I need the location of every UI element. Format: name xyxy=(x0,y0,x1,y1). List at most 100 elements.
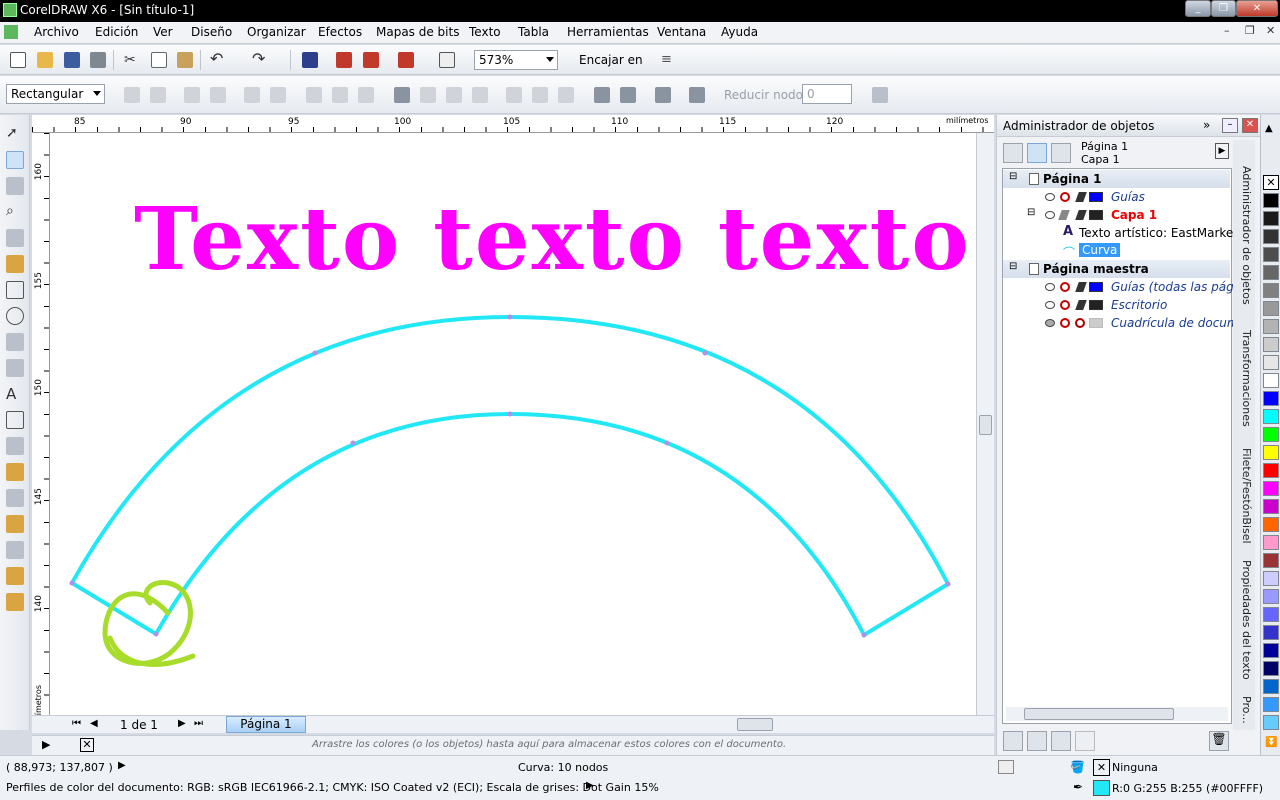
more-options-icon[interactable] xyxy=(872,87,888,103)
palette-swatch[interactable] xyxy=(1263,481,1279,496)
menu-edicion[interactable]: Edición xyxy=(95,25,138,39)
restore-button[interactable]: ❐ xyxy=(1211,0,1236,17)
to-line-icon[interactable] xyxy=(244,87,260,103)
collapse-icon[interactable]: ⊟ xyxy=(1009,261,1017,272)
palette-swatch[interactable] xyxy=(1263,229,1279,244)
tree-scroll-thumb[interactable] xyxy=(1024,708,1174,720)
page-tab[interactable]: Página 1 xyxy=(226,716,306,733)
collapse-icon[interactable]: ⊟ xyxy=(1009,171,1017,182)
print-off-icon[interactable] xyxy=(1060,282,1070,292)
palette-scroll-up-icon[interactable]: ▲ xyxy=(1265,123,1273,134)
print-off-icon[interactable] xyxy=(1060,192,1070,202)
basic-shapes-tool-icon[interactable] xyxy=(6,359,24,377)
curve-smoothness-field[interactable]: 0 xyxy=(802,84,852,104)
new-master-layer-all-icon[interactable] xyxy=(1051,731,1071,751)
print-off-icon[interactable] xyxy=(1060,318,1070,328)
visibility-off-icon[interactable] xyxy=(1045,319,1055,327)
open-icon[interactable] xyxy=(37,52,53,68)
pick-tool-icon[interactable]: ➚ xyxy=(6,125,24,143)
tab-more[interactable]: Pro... xyxy=(1235,696,1253,724)
vertical-ruler[interactable]: 160 155 150 145 140 milímetros xyxy=(32,133,50,728)
palette-swatch[interactable] xyxy=(1263,535,1279,550)
lock-icon[interactable] xyxy=(1075,318,1085,328)
paste-icon[interactable] xyxy=(177,52,193,68)
new-document-icon[interactable] xyxy=(10,52,26,68)
crop-tool-icon[interactable] xyxy=(6,177,24,195)
stretch-nodes-icon[interactable] xyxy=(506,87,522,103)
eyedropper-tool-icon[interactable] xyxy=(6,515,24,533)
menu-efectos[interactable]: Efectos xyxy=(318,25,362,39)
palette-swatch[interactable] xyxy=(1263,589,1279,604)
save-icon[interactable] xyxy=(64,52,80,68)
horizontal-scroll-thumb[interactable] xyxy=(737,718,773,731)
outline-tool-icon[interactable] xyxy=(6,541,24,559)
printable-icon[interactable] xyxy=(1058,210,1070,220)
tab-transformations[interactable]: Transformaciones xyxy=(1235,330,1253,427)
menu-ventana[interactable]: Ventana xyxy=(657,25,706,39)
doc-minimize-icon[interactable]: – xyxy=(1224,24,1230,37)
mirror-horizontal-icon[interactable] xyxy=(594,87,610,103)
document-palette[interactable]: ▶ ✕ Arrastre los colores (o los objetos)… xyxy=(32,735,994,755)
no-fill-swatch[interactable]: ✕ xyxy=(80,738,94,752)
docker-menu-icon[interactable]: ▶ xyxy=(1215,143,1229,159)
minimize-button[interactable]: _ xyxy=(1185,0,1211,17)
vertical-scroll-thumb[interactable] xyxy=(979,415,992,435)
palette-swatch[interactable] xyxy=(1263,625,1279,640)
docker-close-icon[interactable]: ✕ xyxy=(1242,118,1258,133)
lock-edit-icon[interactable] xyxy=(1075,192,1087,202)
lock-edit-icon[interactable] xyxy=(1075,282,1087,292)
vertical-scrollbar[interactable] xyxy=(976,133,994,715)
export-icon[interactable] xyxy=(363,52,379,68)
polygon-tool-icon[interactable] xyxy=(6,333,24,351)
symmetrical-node-icon[interactable] xyxy=(358,87,374,103)
add-node-icon[interactable] xyxy=(124,87,140,103)
menu-texto[interactable]: Texto xyxy=(469,25,501,39)
close-button[interactable]: ✕ xyxy=(1236,0,1278,17)
curve-svg[interactable] xyxy=(50,133,976,715)
last-page-icon[interactable]: ⏭ xyxy=(194,718,203,729)
tree-master-page[interactable]: ⊟ Página maestra xyxy=(1003,260,1230,278)
visibility-icon[interactable] xyxy=(1045,283,1055,291)
copy-icon[interactable] xyxy=(151,52,167,68)
tree-page1[interactable]: ⊟ Página 1 xyxy=(1003,170,1230,188)
palette-swatch[interactable] xyxy=(1263,319,1279,334)
palette-swatch[interactable] xyxy=(1263,283,1279,298)
palette-swatch[interactable] xyxy=(1263,715,1279,730)
menu-archivo[interactable]: Archivo xyxy=(34,25,79,39)
new-master-layer-icon[interactable] xyxy=(1027,731,1047,751)
show-properties-icon[interactable] xyxy=(1003,143,1023,163)
delete-icon[interactable]: 🗑 xyxy=(1209,731,1229,751)
tree-horizontal-scrollbar[interactable] xyxy=(1006,707,1228,721)
palette-swatch[interactable] xyxy=(1263,445,1279,460)
menu-diseno[interactable]: Diseño xyxy=(191,25,232,39)
color-proof-icon[interactable] xyxy=(998,760,1014,774)
tree-desktop[interactable]: Escritorio xyxy=(1003,296,1230,314)
tab-object-manager[interactable]: Administrador de objetos xyxy=(1235,166,1253,305)
palette-swatch[interactable] xyxy=(1263,499,1279,514)
tree-artistic-text[interactable]: A Texto artístico: EastMarket (N xyxy=(1003,224,1255,242)
palette-swatch[interactable] xyxy=(1263,355,1279,370)
palette-swatch[interactable] xyxy=(1263,337,1279,352)
ellipse-tool-icon[interactable] xyxy=(6,307,24,325)
search-content-icon[interactable] xyxy=(302,52,318,68)
interactive-fill-tool-icon[interactable] xyxy=(6,593,24,611)
palette-swatch[interactable] xyxy=(1263,571,1279,586)
smooth-node-icon[interactable] xyxy=(332,87,348,103)
new-layer-icon[interactable] xyxy=(1003,731,1023,751)
palette-swatch[interactable] xyxy=(1263,517,1279,532)
new-master-layer-odd-icon[interactable] xyxy=(1075,731,1095,751)
zoom-tool-icon[interactable]: ⌕ xyxy=(6,203,24,221)
freehand-tool-icon[interactable] xyxy=(6,229,24,247)
visibility-icon[interactable] xyxy=(1045,193,1055,201)
object-tree[interactable]: ⊟ Página 1 Guías ⊟ Capa 1 A Texto artíst… xyxy=(1002,168,1255,724)
palette-swatch[interactable] xyxy=(1263,193,1279,208)
fill-tool-icon[interactable] xyxy=(6,567,24,585)
menu-ver[interactable]: Ver xyxy=(153,25,173,39)
next-page-icon[interactable]: ▶ xyxy=(178,718,186,729)
palette-swatch[interactable] xyxy=(1263,427,1279,442)
shape-tool-icon[interactable] xyxy=(6,151,24,169)
extend-curve-icon[interactable] xyxy=(420,87,436,103)
palette-expand-icon[interactable]: ⏬ xyxy=(1265,737,1277,748)
docker-minimize-icon[interactable]: – xyxy=(1222,118,1238,133)
tree-guides[interactable]: Guías xyxy=(1003,188,1230,206)
